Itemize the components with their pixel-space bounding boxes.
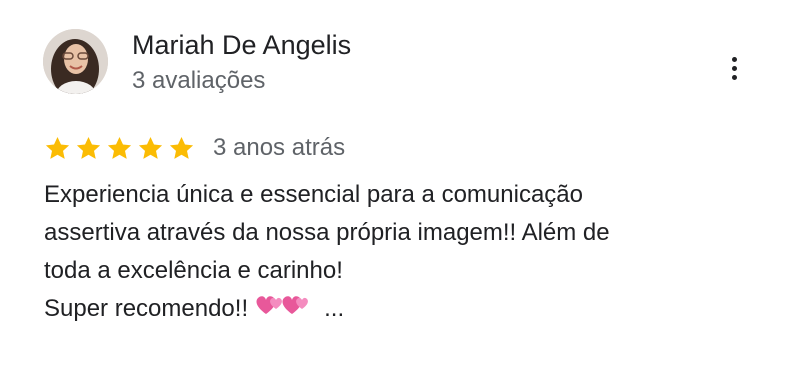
review-line: Super recomendo!! ...	[44, 290, 764, 330]
reviewer-review-count[interactable]: 3 avaliações	[132, 64, 265, 98]
star-icon	[45, 136, 70, 159]
rating-row: 3 anos atrás	[44, 130, 345, 166]
more-vert-icon-dot	[731, 74, 737, 80]
avatar-photo	[43, 29, 108, 94]
star-icon	[107, 136, 132, 159]
more-options-button[interactable]	[718, 48, 750, 88]
star-icon	[76, 136, 101, 159]
review-line: Experiencia única e essencial para a com…	[44, 181, 583, 208]
review-line: assertiva através da nossa própria image…	[44, 219, 610, 246]
reviewer-name[interactable]: Mariah De Angelis	[132, 26, 351, 64]
review-text: Experiencia única e essencial para a com…	[44, 176, 764, 330]
star-icon	[138, 136, 163, 159]
more-vert-icon-dot	[731, 65, 737, 71]
review-line: toda a excelência e carinho!	[44, 257, 343, 284]
revolving-hearts-icon	[254, 292, 312, 330]
star-icon	[169, 136, 194, 159]
read-more-link[interactable]: ...	[324, 295, 344, 322]
star-rating	[44, 135, 195, 162]
review-line-text: Super recomendo!!	[44, 295, 249, 322]
more-vert-icon-dot	[731, 56, 737, 62]
review-date: 3 anos atrás	[213, 134, 346, 161]
review-card: Mariah De Angelis 3 avaliações 3 anos at…	[0, 0, 787, 378]
avatar[interactable]	[43, 29, 108, 94]
